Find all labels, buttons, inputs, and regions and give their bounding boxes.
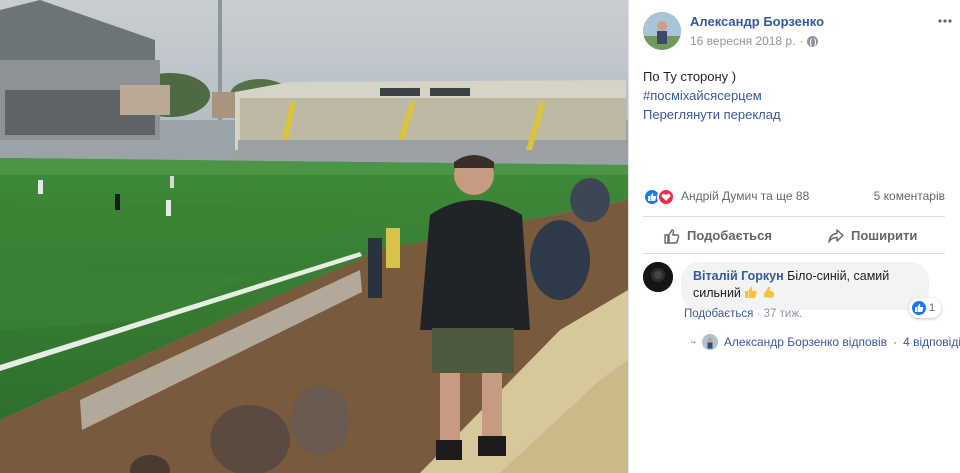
comment-like-icon (912, 301, 926, 315)
share-button-label: Поширити (851, 228, 918, 243)
comments-count[interactable]: 5 коментарів (874, 189, 945, 203)
comment-like-count: 1 (929, 302, 936, 314)
hashtag-link[interactable]: #посміхайсясерцем (643, 86, 781, 105)
post-meta: 16 вересня 2018 р. · (690, 34, 819, 48)
author-name[interactable]: Александр Борзенко (690, 14, 824, 29)
thumbs-up-emoji-icon (745, 286, 758, 298)
like-button-label: Подобається (687, 228, 772, 243)
commenter-avatar[interactable] (643, 262, 673, 292)
commenter-avatar-image (643, 262, 673, 292)
share-button[interactable]: Поширити (827, 217, 917, 254)
author-avatar[interactable] (643, 12, 681, 50)
commenter-name[interactable]: Віталій Горкун (693, 269, 784, 283)
more-options-icon[interactable] (937, 16, 953, 26)
reply-count: 4 відповіді (903, 335, 960, 349)
avatar-image (643, 12, 681, 50)
love-reaction-icon (657, 188, 675, 206)
comment-time[interactable]: 37 тиж. (764, 308, 803, 320)
post-text-line: По Ту сторону ) (643, 69, 737, 84)
see-translation-link[interactable]: Переглянути переклад (643, 105, 781, 124)
flexed-biceps-emoji-icon (763, 286, 775, 298)
post-date[interactable]: 16 вересня 2018 р. (690, 34, 795, 48)
stadium-photo (0, 0, 628, 473)
reactions-bar: Андрій Думич та ще 88 5 коментарів (643, 186, 959, 208)
post-photo[interactable] (0, 0, 628, 473)
comment-like-link[interactable]: Подобається (684, 308, 753, 320)
comment-like-badge[interactable]: 1 (909, 298, 942, 318)
reply-arrow-icon (691, 340, 696, 344)
reaction-icons[interactable] (643, 188, 677, 206)
like-button[interactable]: Подобається (663, 217, 772, 254)
share-arrow-icon (828, 228, 844, 243)
post-text: По Ту сторону ) #посміхайсясерцем Перегл… (643, 67, 781, 124)
view-replies-link[interactable]: Александр Борзенко відповів · 4 відповід… (691, 333, 960, 351)
reply-separator: · (893, 335, 898, 349)
reply-author-text: Александр Борзенко відповів (723, 335, 888, 349)
reactors-text[interactable]: Андрій Думич та ще 88 (681, 189, 809, 203)
post-header: Александр Борзенко 16 вересня 2018 р. · (643, 12, 953, 52)
meta-separator: · (799, 34, 804, 48)
comment-actions: Подобається · 37 тиж. (684, 308, 802, 320)
globe-icon[interactable] (807, 35, 819, 48)
thumbs-up-icon (664, 228, 680, 244)
comment-actions-separator: · (756, 308, 761, 320)
post-panel: Александр Борзенко 16 вересня 2018 р. · … (628, 0, 960, 473)
replier-avatar (701, 334, 718, 350)
post-actions: Подобається Поширити (643, 216, 945, 254)
comment-bubble: Віталій Горкун Біло-синій, самий сильний (681, 262, 929, 310)
